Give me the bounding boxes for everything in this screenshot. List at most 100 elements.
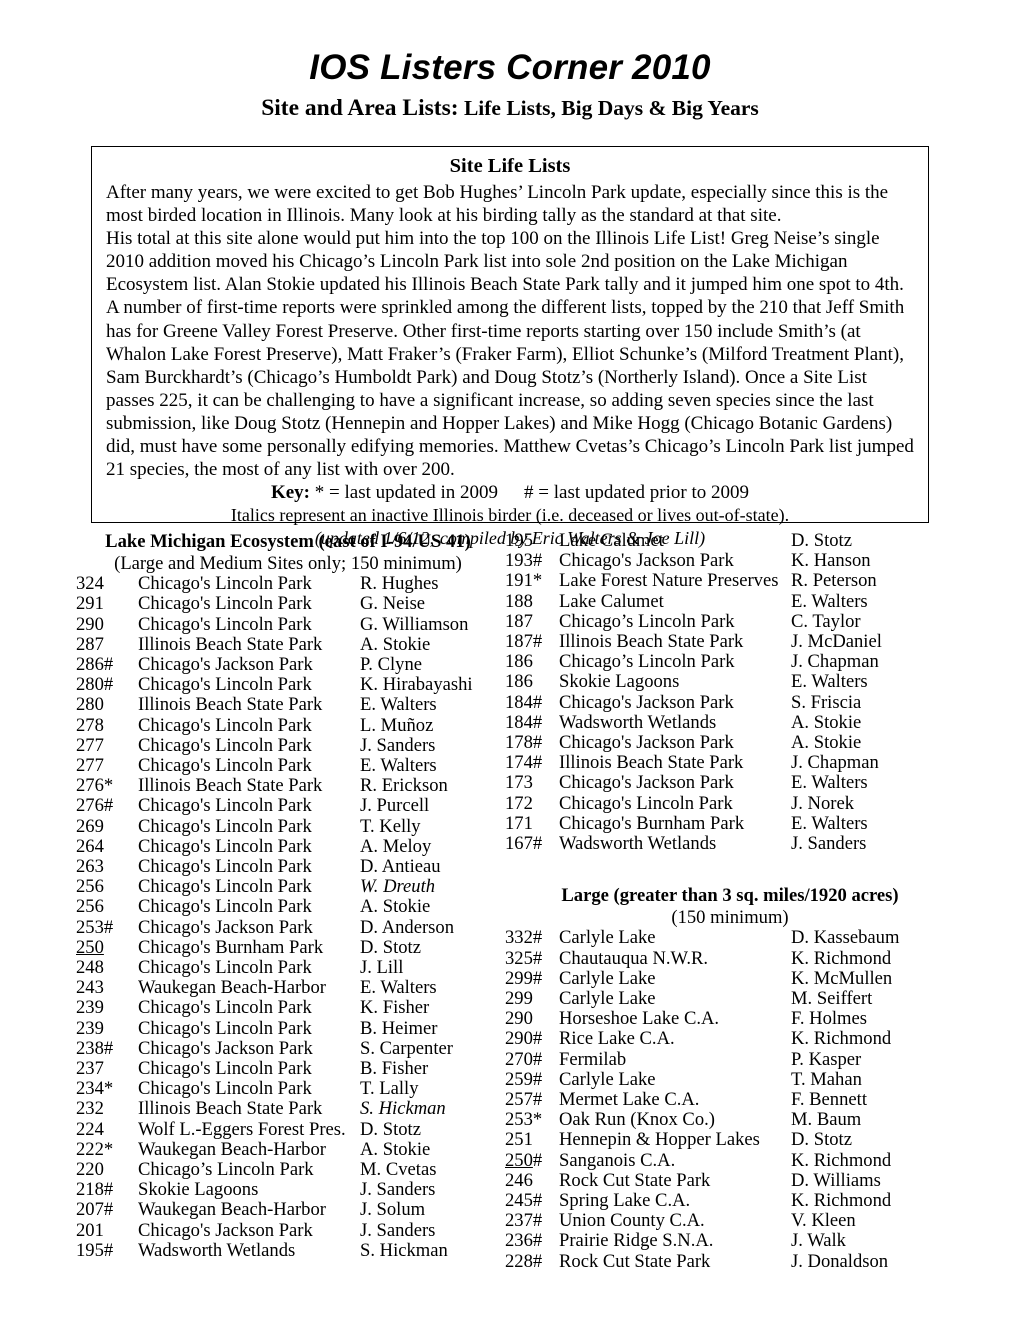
site-name: Chicago's Jackson Park [138, 1037, 313, 1059]
list-row: 251 Hennepin & Hopper Lakes D. Stotz [505, 1130, 955, 1150]
intro-italics-note: Italics represent an inactive Illinois b… [230, 505, 790, 526]
rank-count: 186 [505, 671, 533, 693]
site-name: Carlyle Lake [559, 927, 656, 949]
intro-heading: Site Life Lists [449, 155, 571, 177]
birder-name: W. Dreuth [360, 876, 436, 898]
list-row: 207# Waukegan Beach-Harbor J. Solum [76, 1200, 500, 1220]
site-name: Union County C.A. [559, 1210, 705, 1232]
site-name: Spring Lake C.A. [559, 1189, 691, 1211]
site-name: Chicago's Jackson Park [559, 772, 734, 794]
list-row: 238# Chicago's Jackson Park S. Carpenter [76, 1037, 500, 1059]
birder-name: J. Walk [791, 1230, 846, 1252]
rank-count: 250# [505, 1149, 543, 1171]
column-spacer [505, 854, 955, 885]
birder-name: F. Bennett [791, 1088, 867, 1110]
site-name: Illinois Beach State Park [559, 631, 744, 653]
large-table: 332# Carlyle Lake D. Kassebaum 325# Chautauq… [505, 928, 955, 1272]
site-name: Chicago's Lincoln Park [138, 593, 312, 615]
birder-name: E. Walters [791, 671, 868, 693]
birder-name: J. Sanders [360, 734, 436, 756]
list-row: 186 Chicago’s Lincoln Park J. Chapman [505, 652, 955, 672]
list-row: 276# Chicago's Lincoln Park J. Purcell [76, 796, 500, 816]
site-name: Fermilab [559, 1048, 627, 1070]
rank-count: 286# [76, 653, 114, 675]
site-name: Carlyle Lake [559, 987, 656, 1009]
rank-count: 188 [505, 590, 533, 612]
site-name: Chicago's Jackson Park [138, 653, 313, 675]
rank-count: 278 [76, 714, 104, 736]
site-name: Chicago’s Lincoln Park [559, 610, 735, 632]
rank-count: 224 [76, 1118, 104, 1140]
key-hash: # = last updated prior to 2009 [524, 482, 750, 504]
rank-count: 287 [76, 633, 104, 655]
site-name: Chicago's Lincoln Park [138, 835, 312, 857]
rank-count: 256 [76, 896, 104, 918]
list-row: 237# Union County C.A. V. Kleen [505, 1210, 955, 1232]
subtitle-rest: Life Lists, Big Days & Big Years [458, 96, 759, 120]
rank-count: 246 [505, 1169, 533, 1191]
rank-count: 187 [505, 610, 533, 632]
site-name: Chicago's Jackson Park [559, 732, 734, 754]
list-row: 243 Waukegan Beach-Harbor E. Walters [76, 977, 500, 998]
birder-name: S. Hickman [360, 1239, 448, 1261]
site-name: Chicago's Lincoln Park [138, 734, 312, 756]
site-name: Chicago’s Lincoln Park [559, 651, 735, 673]
birder-name: K. Hanson [791, 550, 871, 572]
site-name: Chicago's Jackson Park [138, 916, 313, 938]
birder-name: J. Chapman [791, 651, 879, 673]
site-name: Chicago’s Lincoln Park [138, 1158, 314, 1180]
rank-count: 263 [76, 855, 104, 877]
list-row: 193# Chicago's Jackson Park K. Hanson [505, 551, 955, 571]
list-row: 290# Rice Lake C.A. K. Richmond [505, 1029, 955, 1049]
birder-name: J. Sanders [360, 1179, 436, 1201]
rank-count: 270# [505, 1048, 543, 1070]
birder-name: J. Solum [360, 1199, 426, 1221]
key-star: * = last updated in 2009 [310, 482, 499, 504]
list-row: 239 Chicago's Lincoln Park K. Fisher [76, 998, 500, 1018]
list-row: 277 Chicago's Lincoln Park J. Sanders [76, 734, 500, 756]
birder-name: D. Anderson [360, 916, 454, 938]
site-name: Horseshoe Lake C.A. [559, 1008, 720, 1030]
site-name: Skokie Lagoons [559, 671, 680, 693]
list-row: 325# Chautauqua N.W.R. K. Richmond [505, 947, 955, 969]
rank-count: 201 [76, 1219, 104, 1241]
rank-count: 259# [505, 1068, 543, 1090]
birder-name: D. Stotz [360, 936, 421, 958]
rank-count: 276# [76, 795, 114, 817]
rank-count: 171 [505, 812, 533, 834]
list-row: 248 Chicago's Lincoln Park J. Lill [76, 957, 500, 978]
list-row: 224 Wolf L.-Eggers Forest Pres. D. Stotz [76, 1118, 500, 1140]
site-name: Wadsworth Wetlands [559, 711, 717, 733]
birder-name: A. Stokie [360, 1138, 431, 1160]
birder-name: K. Richmond [791, 947, 892, 969]
birder-name: P. Clyne [360, 653, 422, 675]
list-row: 191* Lake Forest Nature Preserves R. Peter… [505, 571, 955, 591]
birder-name: C. Taylor [791, 610, 861, 632]
section-subtitle-lake-michigan: (Large and Medium Sites only; 150 minimu… [114, 552, 462, 574]
birder-name: E. Walters [791, 812, 868, 834]
intro-box: Site Life Lists After many years, we wer… [91, 146, 929, 548]
list-row: 269 Chicago's Lincoln Park T. Kelly [76, 816, 500, 837]
rank-count: 237# [505, 1210, 543, 1232]
masthead: IOS Listers Corner 2010 Site and Area Li… [0, 0, 1020, 124]
list-row: 332# Carlyle Lake D. Kassebaum [505, 928, 955, 948]
site-name: Chicago's Jackson Park [138, 1219, 313, 1241]
birder-name: J. Sanders [360, 1219, 436, 1241]
list-row: 187 Chicago’s Lincoln Park C. Taylor [505, 610, 955, 632]
rank-count: 228# [505, 1250, 543, 1272]
birder-name: A. Stokie [360, 633, 431, 655]
list-row: 174# Illinois Beach State Park J. Chapman [505, 753, 955, 773]
birder-name: F. Holmes [791, 1008, 867, 1030]
list-row: 184# Chicago's Jackson Park S. Friscia [505, 692, 955, 713]
site-name: Waukegan Beach-Harbor [138, 1138, 326, 1160]
rank-count: 167# [505, 833, 543, 855]
list-row: 257# Mermet Lake C.A. F. Bennett [505, 1088, 955, 1110]
birder-name: A. Stokie [360, 896, 431, 918]
list-row: 276* Illinois Beach State Park R. Erickson [76, 775, 500, 797]
rank-count: 178# [505, 732, 543, 754]
list-row: 250# Sanganois C.A. K. Richmond [505, 1149, 955, 1171]
birder-name: J. Purcell [360, 795, 430, 817]
birder-name: R. Erickson [360, 775, 448, 797]
list-row: 291 Chicago's Lincoln Park G. Neise [76, 594, 500, 614]
birder-name: K. Richmond [791, 1028, 892, 1050]
